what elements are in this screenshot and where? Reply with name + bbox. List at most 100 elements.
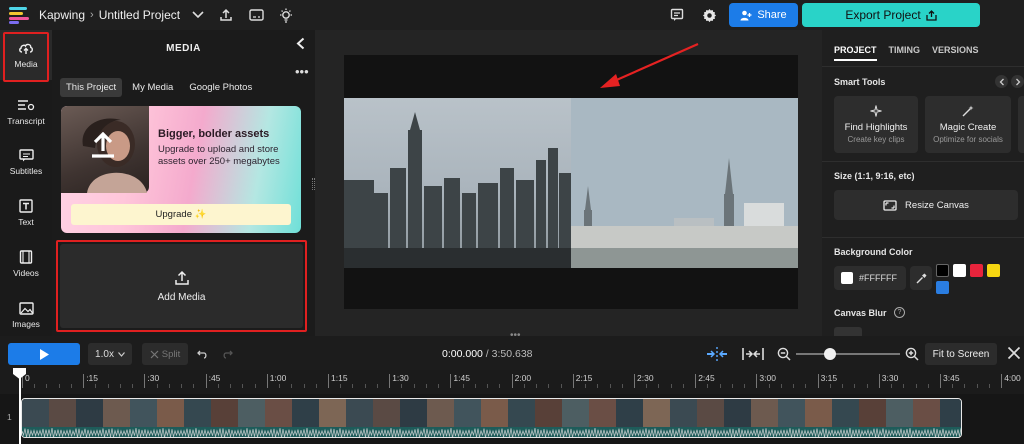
- rail-item-subtitles[interactable]: Subtitles: [0, 137, 52, 187]
- rail-item-label: Transcript: [7, 115, 45, 126]
- playback-speed-select[interactable]: 1.0x: [88, 343, 132, 365]
- ruler-minor-tick: [988, 384, 990, 388]
- ruler-minor-tick: [707, 384, 709, 388]
- video-clip[interactable]: [21, 398, 962, 438]
- undo-icon[interactable]: [197, 349, 208, 359]
- panel-resize-handle[interactable]: [312, 178, 315, 190]
- ruler-minor-tick: [474, 384, 476, 388]
- upload-icon[interactable]: [218, 7, 234, 23]
- blur-toggle-off[interactable]: [834, 327, 862, 336]
- swatch-black[interactable]: [936, 264, 949, 277]
- ruler-minor-tick: [34, 384, 36, 388]
- rail-item-text[interactable]: Text: [0, 188, 52, 238]
- more-options-icon[interactable]: •••: [295, 65, 309, 78]
- zoom-slider-knob[interactable]: [824, 348, 836, 360]
- ruler-minor-tick: [536, 384, 538, 388]
- tab-this-project[interactable]: This Project: [60, 78, 123, 97]
- tab-timing[interactable]: TIMING: [889, 45, 921, 61]
- rail-item-transcript[interactable]: Transcript: [0, 87, 52, 137]
- swatch-blue[interactable]: [936, 281, 949, 294]
- export-label: Export Project: [845, 8, 921, 22]
- rail-item-label: Text: [18, 217, 34, 227]
- video-preview[interactable]: [344, 98, 798, 268]
- project-title[interactable]: Untitled Project: [99, 8, 180, 22]
- tab-project[interactable]: PROJECT: [834, 45, 877, 61]
- kapwing-logo-icon[interactable]: [9, 6, 31, 24]
- ruler-minor-tick: [560, 384, 562, 388]
- fit-to-screen-button[interactable]: Fit to Screen: [925, 343, 997, 365]
- ruler-minor-tick: [658, 384, 660, 388]
- zoom-in-icon[interactable]: [905, 347, 919, 361]
- ruler-minor-tick: [217, 384, 219, 388]
- split-button[interactable]: Split: [142, 343, 188, 365]
- ruler-tick-label: 2:00: [514, 373, 532, 383]
- gear-icon[interactable]: [701, 7, 717, 23]
- close-timeline-icon[interactable]: [1007, 346, 1021, 360]
- magic-create-card[interactable]: Magic Create Optimize for socials: [925, 96, 1011, 153]
- zoom-out-icon[interactable]: [777, 347, 791, 361]
- brand-name[interactable]: Kapwing: [39, 8, 85, 22]
- resize-canvas-button[interactable]: Resize Canvas: [834, 190, 1018, 220]
- share-button[interactable]: Share: [729, 3, 798, 27]
- text-icon: [19, 199, 33, 213]
- playhead-handle-icon[interactable]: [13, 368, 26, 379]
- ruler-minor-tick: [352, 384, 354, 388]
- playhead[interactable]: [19, 370, 21, 444]
- rail-item-videos[interactable]: Videos: [0, 239, 52, 289]
- ruler-tick-line: [144, 374, 146, 388]
- smart-tools-next-icon[interactable]: [1011, 75, 1024, 88]
- collapse-panel-chevron-icon[interactable]: [296, 37, 305, 50]
- ruler-minor-tick: [168, 384, 170, 388]
- swatch-yellow[interactable]: [987, 264, 1000, 277]
- tab-google-photos[interactable]: Google Photos: [183, 78, 258, 97]
- smart-tools-prev-icon[interactable]: [995, 75, 1008, 88]
- clip-thumbnail-frame: [157, 399, 184, 427]
- ruler-minor-tick: [291, 384, 293, 388]
- background-color-input[interactable]: #FFFFFF: [834, 266, 906, 290]
- ruler-tick-label: 2:30: [637, 373, 654, 383]
- upgrade-promo-card: Bigger, bolder assets Upgrade to upload …: [61, 106, 301, 233]
- caption-icon[interactable]: [248, 7, 264, 23]
- ruler-minor-tick: [279, 384, 281, 388]
- ruler-minor-tick: [793, 384, 795, 388]
- tab-versions[interactable]: VERSIONS: [932, 45, 979, 61]
- clip-thumbnail-frame: [751, 399, 778, 427]
- total-time: 3:50.638: [491, 348, 533, 360]
- ruler-tick-label: 3:45: [943, 373, 960, 383]
- find-highlights-card[interactable]: Find Highlights Create key clips: [834, 96, 918, 153]
- zoom-slider-track[interactable]: [796, 353, 900, 355]
- ruler-tick-line: [572, 374, 574, 388]
- ruler-minor-tick: [70, 384, 72, 388]
- export-project-button[interactable]: Export Project: [802, 3, 980, 27]
- lightbulb-icon[interactable]: [278, 7, 294, 23]
- swatch-white[interactable]: [953, 264, 966, 277]
- ruler-minor-tick: [119, 384, 121, 388]
- clip-thumbnail-frame: [859, 399, 886, 427]
- clip-thumbnail-frame: [427, 399, 454, 427]
- ruler-minor-tick: [523, 384, 525, 388]
- rail-item-images[interactable]: Images: [0, 290, 52, 340]
- card-subtitle: Create key clips: [847, 135, 905, 144]
- fit-tracks-icon[interactable]: [742, 347, 764, 361]
- ruler-tick-line: [1001, 374, 1003, 388]
- help-icon[interactable]: ?: [894, 307, 905, 318]
- track-number: 1: [7, 412, 12, 422]
- chevron-down-icon[interactable]: [190, 7, 206, 23]
- share-user-icon: [740, 10, 752, 21]
- ruler-minor-tick: [842, 384, 844, 388]
- magic-wand-icon: [962, 105, 974, 117]
- snap-split-icon[interactable]: [705, 346, 729, 362]
- upgrade-button[interactable]: Upgrade ✨: [71, 204, 291, 225]
- clip-thumbnail-frame: [22, 399, 49, 427]
- clip-thumbnail-frame: [211, 399, 238, 427]
- redo-icon[interactable]: [222, 349, 233, 359]
- hex-value: #FFFFFF: [859, 273, 897, 283]
- comment-icon[interactable]: [669, 7, 685, 23]
- next-tool-card-peek[interactable]: [1018, 96, 1024, 153]
- eyedropper-icon[interactable]: [910, 266, 932, 290]
- play-button[interactable]: [8, 343, 80, 365]
- tab-my-media[interactable]: My Media: [126, 78, 179, 97]
- swatch-red[interactable]: [970, 264, 983, 277]
- ruler-minor-tick: [976, 384, 978, 388]
- color-preview-swatch: [841, 272, 853, 284]
